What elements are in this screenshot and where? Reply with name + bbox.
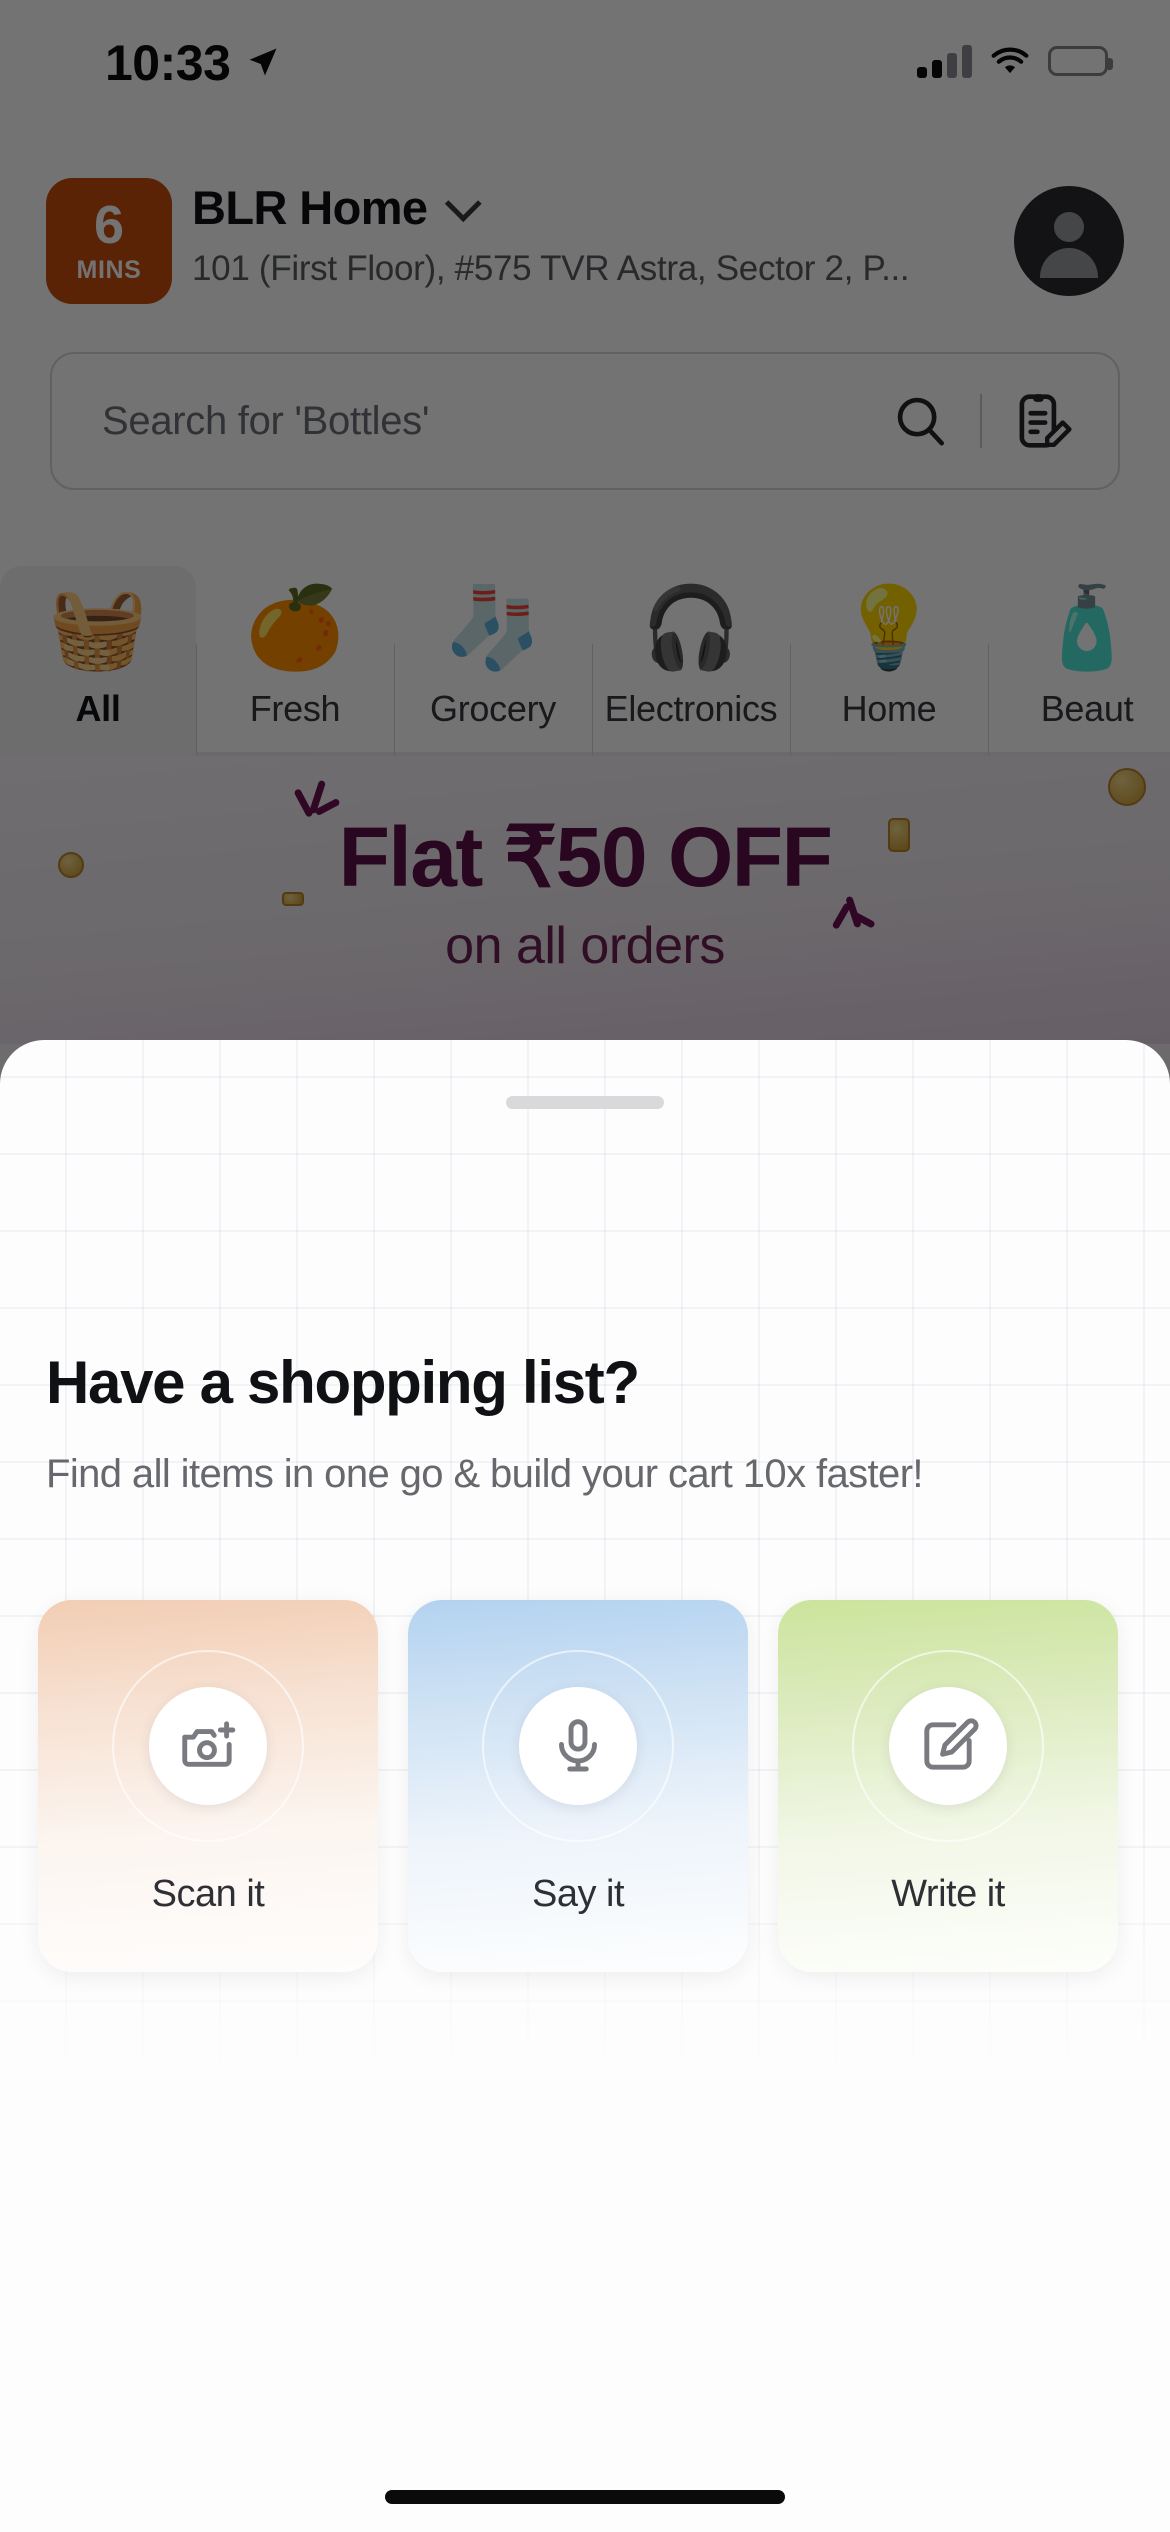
option-label: Say it: [531, 1873, 625, 1915]
write-it-option[interactable]: Write it: [778, 1600, 1118, 1972]
home-indicator-bar: [385, 2490, 785, 2504]
scan-it-option[interactable]: Scan it: [38, 1600, 378, 1972]
option-label: Scan it: [151, 1873, 265, 1915]
icon-bubble: [889, 1687, 1007, 1805]
camera-add-icon: [182, 1721, 236, 1767]
sheet-title: Have a shopping list?: [46, 1349, 640, 1416]
icon-bubble: [519, 1687, 637, 1805]
shopping-list-bottom-sheet: Have a shopping list? Find all items in …: [0, 1040, 1170, 2532]
say-it-option[interactable]: Say it: [408, 1600, 748, 1972]
sheet-subtitle: Find all items in one go & build your ca…: [46, 1452, 924, 1496]
option-label: Write it: [891, 1873, 1005, 1915]
microphone-icon: [559, 1719, 597, 1772]
icon-bubble: [149, 1687, 267, 1805]
drag-handle-icon[interactable]: [506, 1096, 664, 1109]
shopping-list-options: Scan it Say it Write it: [38, 1600, 1118, 1972]
pencil-square-icon: [924, 1718, 979, 1770]
